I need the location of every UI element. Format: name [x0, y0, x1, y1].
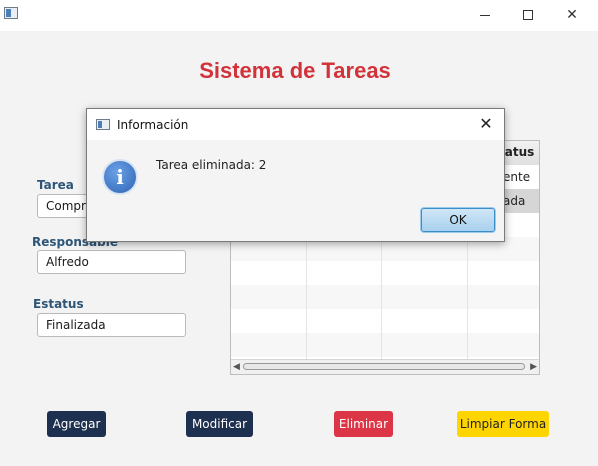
agregar-button[interactable]: Agregar [47, 411, 106, 437]
close-icon: ✕ [566, 7, 578, 23]
maximize-button[interactable] [506, 0, 550, 30]
info-dialog: Información ✕ i Tarea eliminada: 2 OK [86, 108, 505, 242]
scrollbar-thumb[interactable] [243, 363, 525, 370]
minimize-button[interactable] [463, 0, 507, 30]
estatus-label: Estatus [33, 297, 84, 311]
limpiar-forma-button[interactable]: Limpiar Forma [457, 411, 549, 437]
table-row-empty [231, 285, 539, 309]
dialog-message: Tarea eliminada: 2 [156, 158, 267, 172]
dialog-title: Información [117, 118, 189, 132]
close-button[interactable]: ✕ [550, 0, 594, 30]
estatus-field[interactable]: Finalizada [37, 313, 186, 337]
dialog-titlebar: Información ✕ [87, 109, 504, 140]
horizontal-scrollbar[interactable]: ◀ ▶ [231, 359, 539, 374]
window-titlebar: ✕ [0, 0, 598, 31]
info-icon: i [102, 159, 138, 195]
app-icon [4, 7, 18, 19]
table-row-empty [231, 261, 539, 285]
modificar-button[interactable]: Modificar [186, 411, 253, 437]
table-cell-estatus: ente [503, 170, 531, 184]
dialog-app-icon [96, 119, 110, 130]
eliminar-button[interactable]: Eliminar [334, 411, 393, 437]
maximize-icon [523, 10, 533, 20]
responsable-field[interactable]: Alfredo [37, 250, 186, 274]
ok-button[interactable]: OK [421, 208, 495, 232]
dialog-close-icon[interactable]: ✕ [476, 114, 496, 134]
table-cell-estatus: ada [503, 194, 526, 208]
table-row-empty [231, 309, 539, 333]
page-title: Sistema de Tareas [199, 58, 391, 83]
scroll-right-icon[interactable]: ▶ [530, 360, 537, 374]
scroll-left-icon[interactable]: ◀ [233, 360, 240, 374]
minimize-icon [480, 14, 490, 16]
table-row-empty [231, 333, 539, 357]
tarea-label: Tarea [37, 178, 74, 192]
